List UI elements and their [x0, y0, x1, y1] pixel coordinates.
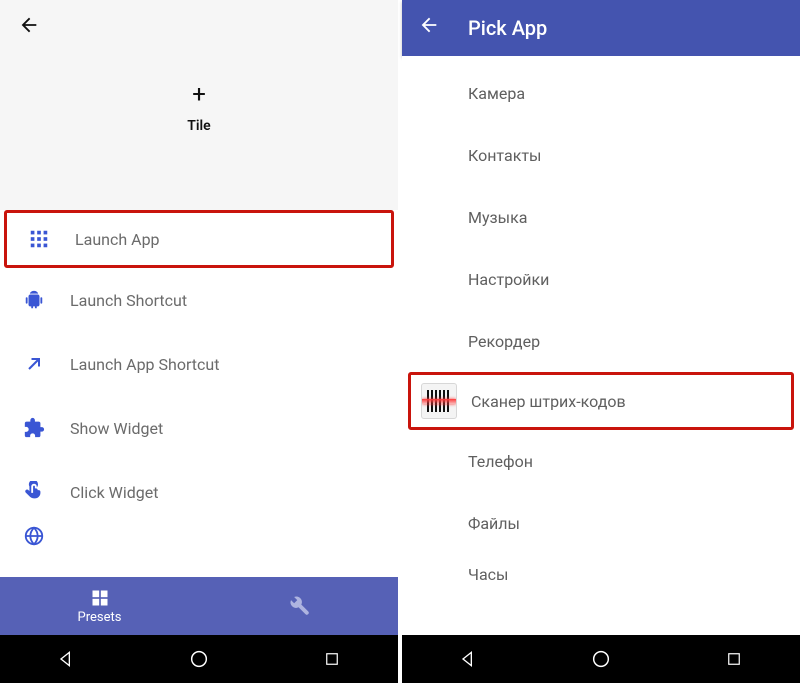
wrench-icon: [288, 594, 310, 616]
nav-home[interactable]: [590, 648, 612, 670]
app-label: Телефон: [468, 452, 533, 471]
app-item-clock[interactable]: Часы: [402, 554, 800, 594]
app-label: Файлы: [468, 514, 520, 533]
app-item-music[interactable]: Музыка: [402, 186, 800, 248]
tab-tools[interactable]: [199, 577, 398, 635]
action-list: Launch App Launch Shortcut Launch App Sh…: [0, 210, 398, 577]
action-label: Click Widget: [70, 483, 158, 502]
action-label: Launch Shortcut: [70, 291, 187, 310]
back-button[interactable]: [18, 14, 40, 42]
phone-left: + Tile Launch App Launch Shortcut: [0, 0, 398, 683]
action-launch-app-shortcut[interactable]: Launch App Shortcut: [0, 332, 398, 396]
app-list: Камера Контакты Музыка Настройки Рекорде…: [402, 56, 800, 635]
action-partial[interactable]: [0, 524, 398, 548]
back-button[interactable]: [418, 14, 440, 42]
action-label: Launch App Shortcut: [70, 355, 219, 374]
add-tile-button[interactable]: + Tile: [0, 82, 398, 134]
nav-home[interactable]: [188, 648, 210, 670]
arrow-up-right-icon: [20, 350, 48, 378]
app-label: Часы: [468, 565, 508, 584]
apps-grid-icon: [25, 225, 53, 253]
nav-back[interactable]: [457, 648, 479, 670]
plus-icon: +: [0, 82, 398, 106]
tile-header: + Tile: [0, 0, 398, 210]
app-item-camera[interactable]: Камера: [402, 62, 800, 124]
android-nav-bar: [402, 635, 800, 683]
app-label: Настройки: [468, 270, 549, 289]
nav-recent[interactable]: [723, 648, 745, 670]
app-item-barcode-scanner[interactable]: Сканер штрих-кодов: [408, 372, 794, 430]
android-nav-bar: [0, 635, 398, 683]
nav-back[interactable]: [55, 648, 77, 670]
presets-grid-icon: [90, 588, 110, 608]
action-launch-shortcut[interactable]: Launch Shortcut: [0, 268, 398, 332]
globe-icon: [20, 524, 48, 548]
app-item-files[interactable]: Файлы: [402, 492, 800, 554]
page-title: Pick App: [468, 16, 547, 40]
nav-recent[interactable]: [321, 648, 343, 670]
tab-presets-label: Presets: [78, 610, 122, 625]
action-click-widget[interactable]: Click Widget: [0, 460, 398, 524]
app-item-phone[interactable]: Телефон: [402, 430, 800, 492]
action-label: Show Widget: [70, 419, 163, 438]
app-item-settings[interactable]: Настройки: [402, 248, 800, 310]
app-label: Контакты: [468, 146, 541, 165]
action-show-widget[interactable]: Show Widget: [0, 396, 398, 460]
android-icon: [20, 286, 48, 314]
app-label: Рекордер: [468, 332, 540, 351]
arrow-left-icon: [18, 14, 40, 36]
app-item-contacts[interactable]: Контакты: [402, 124, 800, 186]
tab-presets[interactable]: Presets: [0, 577, 199, 635]
tap-icon: [20, 478, 48, 506]
tile-label: Tile: [0, 118, 398, 134]
phone-right: Pick App Камера Контакты Музыка Настройк…: [402, 0, 800, 683]
app-label: Сканер штрих-кодов: [471, 392, 626, 411]
barcode-scanner-icon: [421, 383, 457, 419]
arrow-left-icon: [418, 14, 440, 36]
puzzle-icon: [20, 414, 48, 442]
action-launch-app[interactable]: Launch App: [4, 210, 394, 268]
bottom-tab-bar: Presets: [0, 577, 398, 635]
app-label: Музыка: [468, 208, 527, 227]
app-bar: Pick App: [402, 0, 800, 56]
app-label: Камера: [468, 84, 525, 103]
app-item-recorder[interactable]: Рекордер: [402, 310, 800, 372]
action-label: Launch App: [75, 230, 160, 249]
